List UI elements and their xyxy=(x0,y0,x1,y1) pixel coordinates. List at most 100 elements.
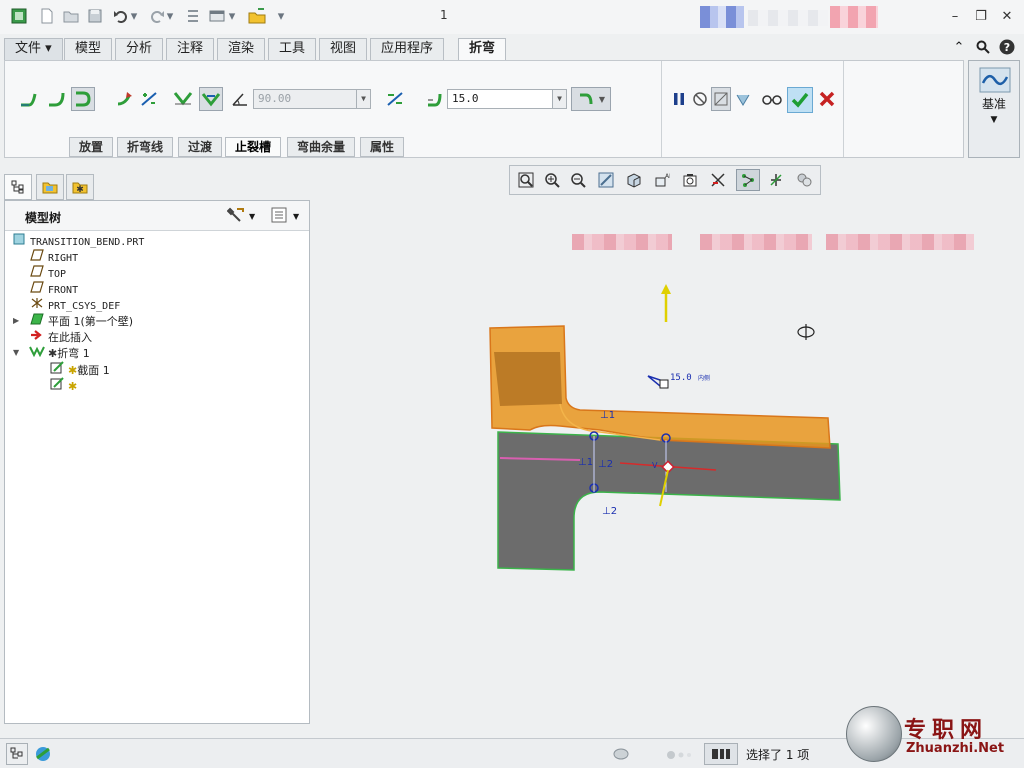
subtab-relief[interactable]: 止裂槽 xyxy=(225,137,282,157)
display-style-icon[interactable] xyxy=(622,169,646,191)
tab-render[interactable]: 渲染 xyxy=(217,38,266,60)
datum-group[interactable]: 基准 ▼ xyxy=(968,60,1020,158)
tree-item-top[interactable]: TOP xyxy=(29,265,66,281)
smart-filter-icon[interactable] xyxy=(704,743,738,765)
tree-item-bend[interactable]: ▼ ✱折弯 1 xyxy=(11,345,90,361)
save-icon[interactable] xyxy=(84,6,106,26)
cancel-button[interactable] xyxy=(815,87,839,111)
collapse-arrow-icon[interactable]: ▼ xyxy=(13,345,19,361)
subtab-transition[interactable]: 过渡 xyxy=(178,137,223,157)
collapse-ribbon-icon[interactable]: ⌃ xyxy=(950,38,968,56)
sketch-icon xyxy=(49,377,65,395)
zoom-out-icon[interactable] xyxy=(566,169,590,191)
no-preview-icon[interactable] xyxy=(691,87,709,111)
redo-dropdown-icon[interactable]: ▾ xyxy=(164,6,176,26)
geometry-preview-icon[interactable] xyxy=(733,87,753,111)
tab-model[interactable]: 模型 xyxy=(64,38,113,60)
callout-label-1[interactable]: ⊥1 xyxy=(600,410,615,421)
tab-bend[interactable]: 折弯 xyxy=(458,38,507,61)
tab-applications[interactable]: 应用程序 xyxy=(370,38,445,60)
tree-item-section[interactable]: ✱截面 1 xyxy=(49,361,110,377)
datum-plane-icon xyxy=(29,265,45,282)
subtab-placement[interactable]: 放置 xyxy=(69,137,114,157)
subtab-bend-allowance[interactable]: 弯曲余量 xyxy=(287,137,356,157)
chevron-down-icon[interactable]: ▼ xyxy=(552,90,566,108)
favorites-tab-icon[interactable]: ✱ xyxy=(66,174,94,200)
appearance-gallery-icon[interactable] xyxy=(792,169,816,191)
windows-icon[interactable] xyxy=(206,6,228,26)
open-folder-icon[interactable] xyxy=(60,6,82,26)
radius-side-selector[interactable]: ▼ xyxy=(571,87,611,111)
svg-text:?: ? xyxy=(1004,41,1010,54)
subtab-properties[interactable]: 属性 xyxy=(360,137,405,157)
pause-icon[interactable] xyxy=(667,87,691,111)
subtab-bend-line[interactable]: 折弯线 xyxy=(117,137,174,157)
flip-bend-line-icon[interactable] xyxy=(137,87,161,111)
model-tree-tab-icon[interactable] xyxy=(4,174,32,200)
bend-angle-input[interactable]: 90.00 ▼ xyxy=(253,89,371,109)
ok-button[interactable] xyxy=(787,87,813,113)
tree-item-right[interactable]: RIGHT xyxy=(29,249,78,265)
customize-qat-icon[interactable]: ▾ xyxy=(274,6,288,26)
toggle-navigator-icon[interactable] xyxy=(6,743,28,765)
restore-icon[interactable]: ❐ xyxy=(970,7,992,25)
watermark-text-en: Zhuanzhi.Net xyxy=(906,741,1005,756)
bend-transition-icon[interactable] xyxy=(71,87,95,111)
annotation-display-icon[interactable] xyxy=(736,169,760,191)
repaint-icon[interactable] xyxy=(594,169,618,191)
radius-dim-text[interactable]: 15.0 xyxy=(670,373,692,383)
tree-item-csys[interactable]: PRT_CSYS_DEF xyxy=(29,297,120,313)
csys-icon xyxy=(29,297,45,314)
spin-center-icon xyxy=(797,324,815,340)
tab-file[interactable]: 文件 ▾ xyxy=(4,38,63,60)
sheetmetal-base-wall xyxy=(497,431,841,571)
search-icon[interactable] xyxy=(974,38,992,56)
bend-direction-icon[interactable] xyxy=(113,87,137,111)
refit-icon[interactable] xyxy=(514,169,538,191)
regenerate-icon[interactable] xyxy=(182,6,204,26)
spin-center-icon[interactable] xyxy=(764,169,788,191)
svg-text:V: V xyxy=(652,461,658,470)
zoom-in-icon[interactable] xyxy=(540,169,564,191)
windows-dropdown-icon[interactable]: ▾ xyxy=(226,6,238,26)
tree-item-sketch[interactable]: ✱ xyxy=(49,377,77,393)
tree-settings-button[interactable]: ▼ xyxy=(226,207,261,225)
help-icon[interactable]: ? xyxy=(998,38,1016,56)
callout-label-4[interactable]: ⊥2 xyxy=(602,506,617,517)
close-icon[interactable]: ✕ xyxy=(996,7,1018,25)
callout-label-3[interactable]: ⊥1 xyxy=(578,457,593,468)
bend-fixed-side-icon[interactable] xyxy=(171,87,195,111)
tab-view[interactable]: 视图 xyxy=(319,38,368,60)
tree-show-button[interactable]: ▼ xyxy=(271,207,307,225)
bend-both-sides-icon[interactable] xyxy=(199,87,223,111)
watermark-text-cn: 专职网 xyxy=(904,717,989,743)
feature-preview-icon[interactable] xyxy=(711,87,731,111)
window-title: 1 xyxy=(440,8,448,22)
tree-item-part[interactable]: TRANSITION_BEND.PRT xyxy=(11,233,144,249)
expand-arrow-icon[interactable]: ▶ xyxy=(13,313,19,329)
bend-type-angle-icon[interactable] xyxy=(17,87,41,111)
tree-item-insert-here[interactable]: 在此插入 xyxy=(29,329,92,345)
chevron-down-icon[interactable]: ▼ xyxy=(356,90,370,108)
view-manager-icon[interactable] xyxy=(678,169,702,191)
bend-type-rolled-icon[interactable] xyxy=(45,87,69,111)
flip-angle-icon[interactable] xyxy=(383,87,407,111)
tree-item-flat-wall[interactable]: ▶ 平面 1(第一个壁) xyxy=(11,313,133,329)
bend-radius-input[interactable]: 15.0 ▼ xyxy=(447,89,567,109)
close-window-folder-icon[interactable] xyxy=(246,6,268,26)
tab-tools[interactable]: 工具 xyxy=(268,38,317,60)
datum-display-icon[interactable] xyxy=(706,169,730,191)
folder-browser-tab-icon[interactable] xyxy=(36,174,64,200)
callout-label-2[interactable]: ⊥2 xyxy=(598,459,613,470)
redacted-info-2 xyxy=(700,234,812,250)
new-file-icon[interactable] xyxy=(36,6,58,26)
tab-analysis[interactable]: 分析 xyxy=(115,38,164,60)
browser-toggle-icon[interactable] xyxy=(32,743,54,765)
minimize-icon[interactable]: – xyxy=(944,7,966,25)
undo-dropdown-icon[interactable]: ▾ xyxy=(128,6,140,26)
tree-item-front[interactable]: FRONT xyxy=(29,281,78,297)
saved-orientations-icon[interactable]: AB xyxy=(650,169,674,191)
graphics-window[interactable]: 15.0 内侧 ⊥1 ⊥1 ⊥2 ⊥2 V xyxy=(480,270,860,580)
verify-mode-glasses-icon[interactable] xyxy=(759,87,785,111)
tab-annotate[interactable]: 注释 xyxy=(166,38,215,60)
